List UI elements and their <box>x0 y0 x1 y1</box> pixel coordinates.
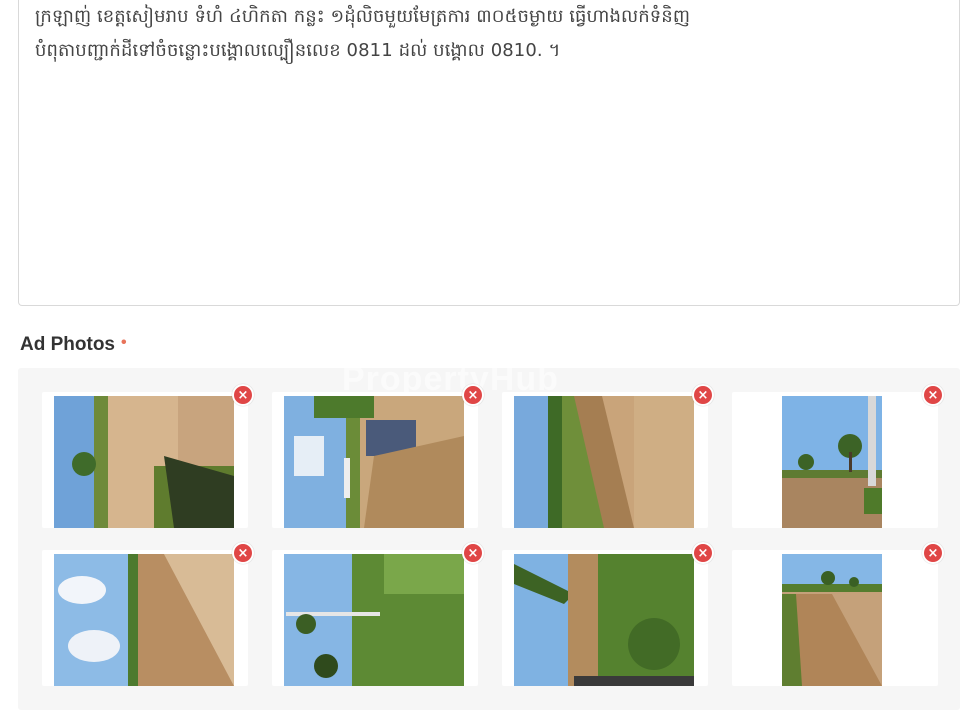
remove-photo-button-7[interactable]: × <box>692 542 714 564</box>
landscape-photo-icon <box>284 396 464 528</box>
photo-thumbnail-6[interactable]: × <box>272 542 484 686</box>
remove-x-icon: × <box>697 387 709 403</box>
remove-x-icon: × <box>237 387 249 403</box>
description-textarea[interactable]: ក្រឡាញ់ ខេត្តសៀមរាប ទំហំ ៤ហិកតា កន្លះ ១ដ… <box>18 0 960 306</box>
landscape-photo-icon <box>782 554 882 686</box>
photo-thumbnail-8[interactable]: × <box>732 542 944 686</box>
photo-thumbnail-5[interactable]: × <box>42 542 254 686</box>
ad-photos-label-text: Ad Photos <box>20 334 115 355</box>
description-line-2: បំពុតាបញ្ជាក់ដីទៅចំចន្លោះបង្គោលល្បឿនលេខ … <box>35 40 561 61</box>
remove-x-icon: × <box>467 545 479 561</box>
remove-x-icon: × <box>927 387 939 403</box>
landscape-photo-icon <box>284 554 464 686</box>
required-mark: • <box>121 334 127 351</box>
remove-x-icon: × <box>237 545 249 561</box>
remove-photo-button-2[interactable]: × <box>462 384 484 406</box>
photo-thumbnail-1[interactable]: × <box>42 384 254 528</box>
remove-x-icon: × <box>467 387 479 403</box>
photo-thumbnail-2[interactable]: × <box>272 384 484 528</box>
remove-x-icon: × <box>697 545 709 561</box>
photo-thumbnail-4[interactable]: × <box>732 384 944 528</box>
photo-thumbnail-7[interactable]: × <box>502 542 714 686</box>
ad-photos-label: Ad Photos • <box>20 334 127 356</box>
remove-photo-button-5[interactable]: × <box>232 542 254 564</box>
photo-thumbnail-3[interactable]: × <box>502 384 714 528</box>
landscape-photo-icon <box>54 396 234 528</box>
remove-photo-button-8[interactable]: × <box>922 542 944 564</box>
remove-photo-button-1[interactable]: × <box>232 384 254 406</box>
landscape-photo-icon <box>54 554 234 686</box>
remove-photo-button-3[interactable]: × <box>692 384 714 406</box>
description-line-1: ក្រឡាញ់ ខេត្តសៀមរាប ទំហំ ៤ហិកតា កន្លះ ១ដ… <box>35 6 691 27</box>
remove-photo-button-4[interactable]: × <box>922 384 944 406</box>
landscape-photo-icon <box>514 396 694 528</box>
landscape-photo-icon <box>514 554 694 686</box>
landscape-photo-icon <box>782 396 882 528</box>
remove-photo-button-6[interactable]: × <box>462 542 484 564</box>
remove-x-icon: × <box>927 545 939 561</box>
